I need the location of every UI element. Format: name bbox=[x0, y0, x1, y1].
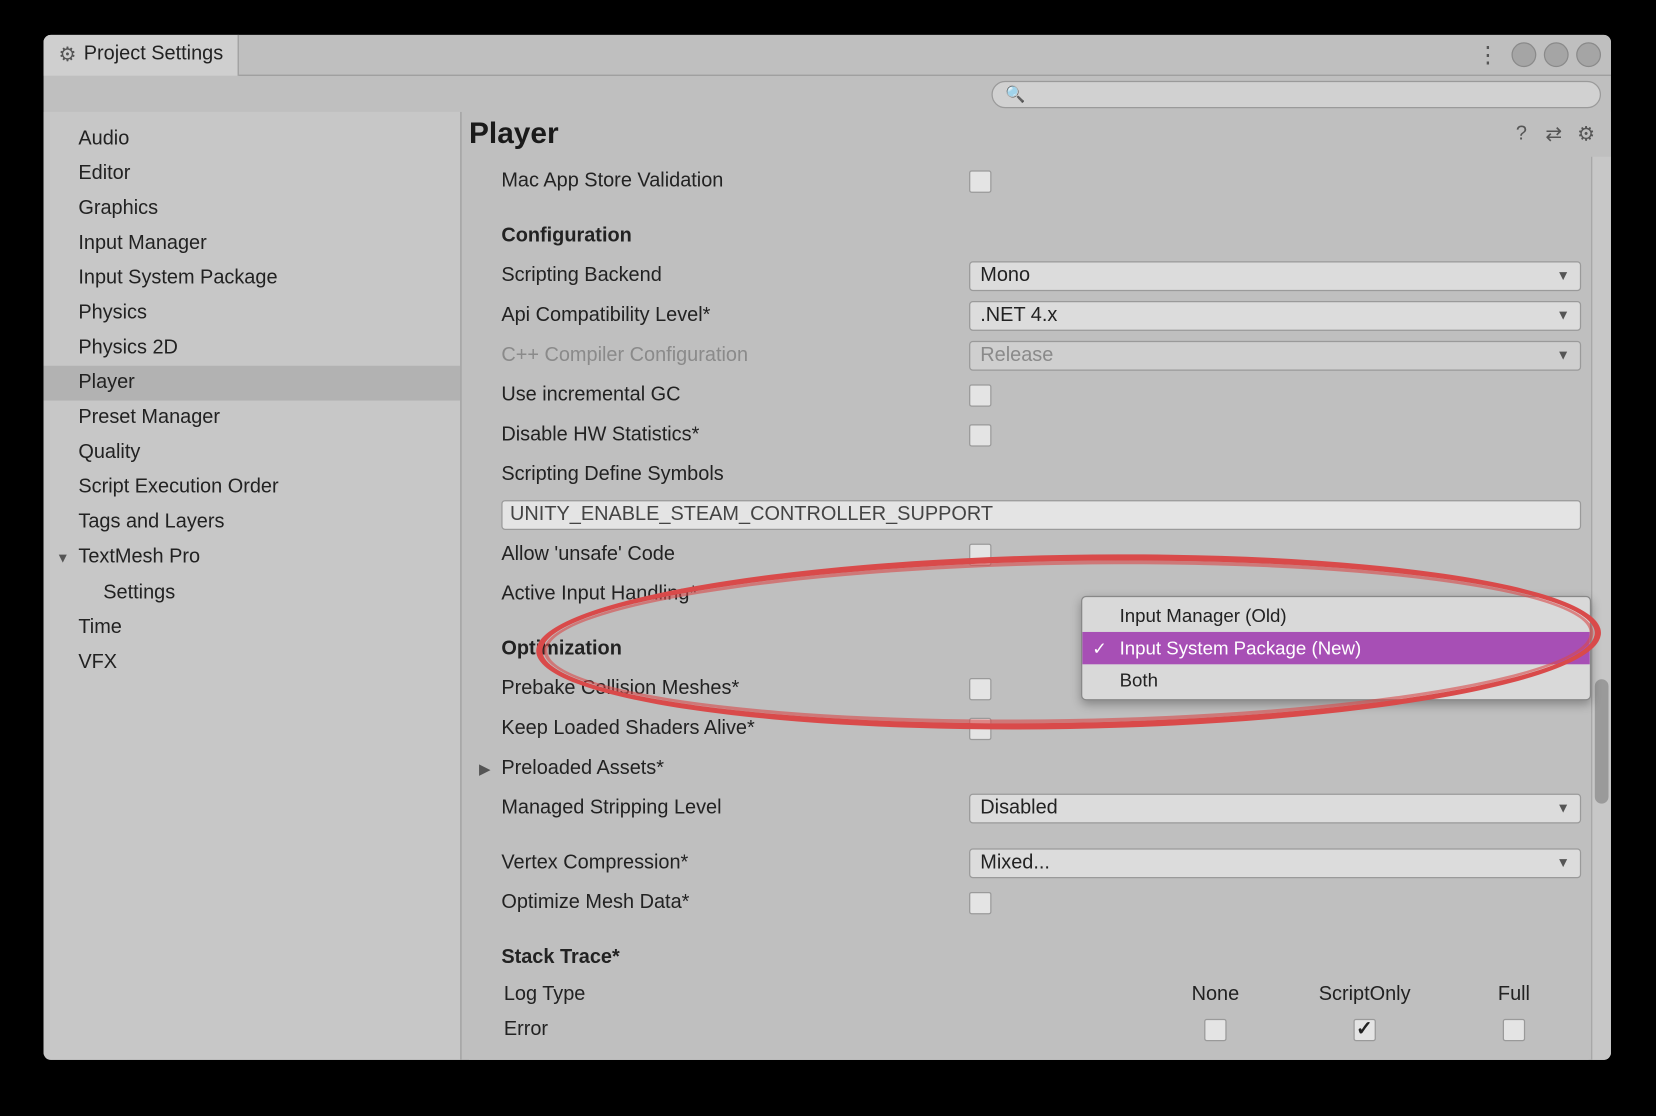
sidebar-item-vfx[interactable]: VFX bbox=[44, 646, 461, 681]
col-full: Full bbox=[1439, 984, 1588, 1006]
checkbox-keep-shaders[interactable] bbox=[969, 718, 991, 740]
chevron-down-icon[interactable]: ▼ bbox=[56, 544, 73, 574]
checkbox-allow-unsafe[interactable] bbox=[969, 544, 991, 566]
sidebar-item-time[interactable]: Time bbox=[44, 611, 461, 646]
popup-option-both[interactable]: Both bbox=[1082, 664, 1590, 696]
checkbox-prebake[interactable] bbox=[969, 678, 991, 700]
window-button-3[interactable] bbox=[1576, 42, 1601, 67]
search-input[interactable]: 🔍 bbox=[991, 81, 1601, 108]
checkbox-incremental-gc[interactable] bbox=[969, 384, 991, 406]
sidebar-item-physics-2d[interactable]: Physics 2D bbox=[44, 331, 461, 366]
stacktrace-header-row: Log Type None ScriptOnly Full bbox=[469, 978, 1589, 1013]
check-icon: ✓ bbox=[1092, 638, 1107, 659]
preset-icon[interactable]: ⇄ bbox=[1541, 122, 1566, 147]
label-scripting-define: Scripting Define Symbols bbox=[469, 464, 969, 486]
project-settings-window: ⚙ Project Settings ⋮ 🔍 Audio Editor Grap… bbox=[44, 35, 1611, 1060]
window-button-2[interactable] bbox=[1544, 42, 1569, 67]
sidebar-item-textmesh-settings[interactable]: Settings bbox=[44, 576, 461, 611]
header-stack-trace: Stack Trace* bbox=[469, 947, 969, 969]
main-panel: Player ? ⇄ ⚙ Category public.app-categor… bbox=[462, 112, 1611, 1060]
sidebar-item-graphics[interactable]: Graphics bbox=[44, 192, 461, 227]
help-icon[interactable]: ? bbox=[1509, 123, 1534, 145]
label-scripting-backend: Scripting Backend bbox=[469, 265, 969, 287]
window-button-1[interactable] bbox=[1511, 42, 1536, 67]
checkbox-mac-app-store[interactable] bbox=[969, 170, 991, 192]
stacktrace-label-error: Error bbox=[504, 1019, 1141, 1041]
col-log-type: Log Type bbox=[504, 984, 1141, 1006]
settings-sidebar: Audio Editor Graphics Input Manager Inpu… bbox=[44, 112, 462, 1060]
label-keep-shaders: Keep Loaded Shaders Alive* bbox=[469, 718, 969, 740]
label-allow-unsafe: Allow 'unsafe' Code bbox=[469, 544, 969, 566]
sidebar-item-tags-and-layers[interactable]: Tags and Layers bbox=[44, 505, 461, 540]
dropdown-vertex-compression[interactable]: Mixed...▼ bbox=[969, 848, 1581, 878]
header-configuration: Configuration bbox=[469, 225, 969, 247]
chevron-down-icon: ▼ bbox=[1556, 856, 1570, 871]
sidebar-item-audio[interactable]: Audio bbox=[44, 122, 461, 157]
window-controls bbox=[1511, 42, 1611, 67]
sidebar-item-input-manager[interactable]: Input Manager bbox=[44, 226, 461, 261]
label-vertex-compression: Vertex Compression* bbox=[469, 852, 969, 874]
label-mac-app-store: Mac App Store Validation bbox=[469, 170, 969, 192]
label-api-compat: Api Compatibility Level* bbox=[469, 305, 969, 327]
label-active-input-handling: Active Input Handling* bbox=[469, 583, 969, 605]
search-icon: 🔍 bbox=[1005, 85, 1025, 105]
checkbox-disable-hw[interactable] bbox=[969, 424, 991, 446]
popup-option-input-system-package-new[interactable]: ✓ Input System Package (New) bbox=[1082, 632, 1590, 664]
chevron-down-icon: ▼ bbox=[1556, 801, 1570, 816]
chevron-down-icon: ▼ bbox=[1556, 348, 1570, 363]
titlebar: ⚙ Project Settings ⋮ bbox=[44, 35, 1611, 76]
gear-icon: ⚙ bbox=[58, 42, 76, 67]
sidebar-item-script-execution-order[interactable]: Script Execution Order bbox=[44, 470, 461, 505]
label-incremental-gc: Use incremental GC bbox=[469, 384, 969, 406]
checkbox-error-scriptonly[interactable] bbox=[1353, 1019, 1375, 1041]
label-cpp-compiler: C++ Compiler Configuration bbox=[469, 345, 969, 367]
sidebar-item-input-system-package[interactable]: Input System Package bbox=[44, 261, 461, 296]
chevron-down-icon: ▼ bbox=[1556, 309, 1570, 324]
checkbox-error-none[interactable] bbox=[1204, 1019, 1226, 1041]
sidebar-item-quality[interactable]: Quality bbox=[44, 435, 461, 470]
dropdown-popup-active-input-handling: Input Manager (Old) ✓ Input System Packa… bbox=[1081, 596, 1591, 700]
settings-gear-icon[interactable]: ⚙ bbox=[1574, 122, 1599, 147]
sidebar-item-textmesh-pro[interactable]: ▼TextMesh Pro bbox=[44, 540, 461, 576]
label-managed-stripping: Managed Stripping Level bbox=[469, 797, 969, 819]
scroll-thumb[interactable] bbox=[1595, 679, 1609, 803]
tab-project-settings[interactable]: ⚙ Project Settings bbox=[44, 35, 240, 75]
sidebar-item-preset-manager[interactable]: Preset Manager bbox=[44, 401, 461, 436]
sidebar-item-physics[interactable]: Physics bbox=[44, 296, 461, 331]
chevron-right-icon[interactable]: ▶ bbox=[479, 760, 496, 777]
dropdown-managed-stripping[interactable]: Disabled▼ bbox=[969, 794, 1581, 824]
checkbox-optimize-mesh[interactable] bbox=[969, 892, 991, 914]
header-optimization: Optimization bbox=[469, 638, 969, 660]
checkbox-error-full[interactable] bbox=[1503, 1019, 1525, 1041]
stacktrace-row-error: Error bbox=[469, 1013, 1589, 1048]
sidebar-item-editor[interactable]: Editor bbox=[44, 157, 461, 192]
label-preloaded-assets[interactable]: ▶Preloaded Assets* bbox=[469, 758, 969, 780]
chevron-down-icon: ▼ bbox=[1556, 269, 1570, 284]
sidebar-item-player[interactable]: Player bbox=[44, 366, 461, 401]
col-none: None bbox=[1141, 984, 1290, 1006]
page-title: Player bbox=[469, 117, 559, 152]
label-disable-hw: Disable HW Statistics* bbox=[469, 424, 969, 446]
dropdown-scripting-backend[interactable]: Mono▼ bbox=[969, 261, 1581, 291]
vertical-scrollbar[interactable] bbox=[1591, 157, 1611, 1060]
dropdown-cpp-compiler: Release▼ bbox=[969, 341, 1581, 371]
field-scripting-define[interactable]: UNITY_ENABLE_STEAM_CONTROLLER_SUPPORT bbox=[501, 500, 1581, 530]
col-scriptonly: ScriptOnly bbox=[1290, 984, 1439, 1006]
label-optimize-mesh: Optimize Mesh Data* bbox=[469, 892, 969, 914]
dropdown-api-compat[interactable]: .NET 4.x▼ bbox=[969, 301, 1581, 331]
tab-title: Project Settings bbox=[84, 44, 223, 66]
label-prebake: Prebake Collision Meshes* bbox=[469, 678, 969, 700]
popup-option-input-manager-old[interactable]: Input Manager (Old) bbox=[1082, 600, 1590, 632]
kebab-menu-icon[interactable]: ⋮ bbox=[1464, 42, 1511, 68]
